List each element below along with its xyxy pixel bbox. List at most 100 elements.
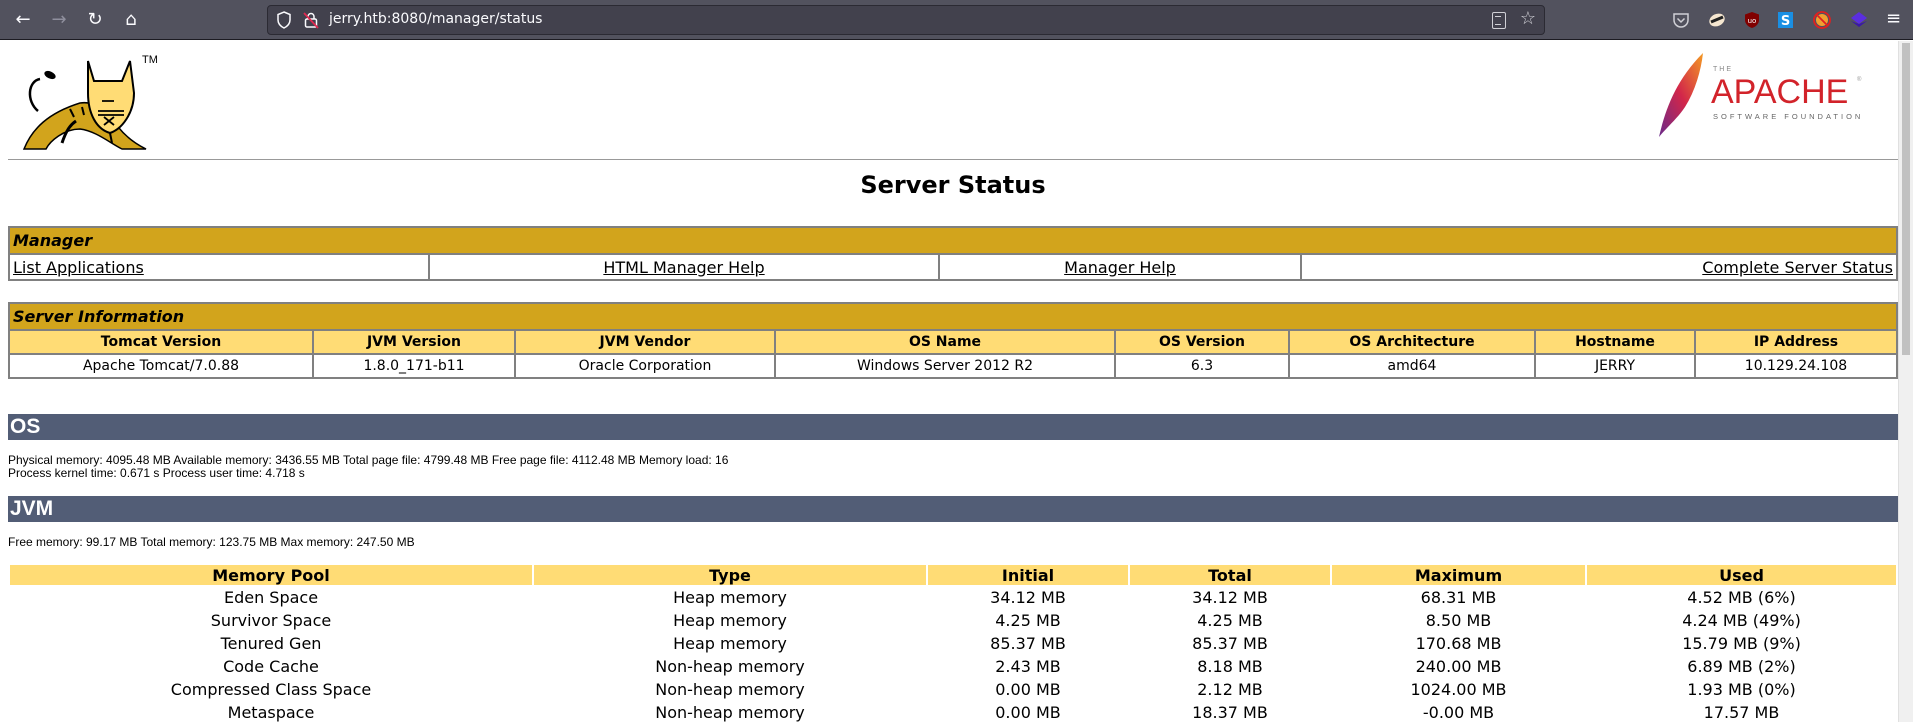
forward-button[interactable]: →	[46, 8, 72, 32]
complete-server-status-link[interactable]: Complete Server Status	[1702, 258, 1893, 277]
column-header: JVM Vendor	[515, 330, 775, 354]
extension-purple-icon[interactable]	[1850, 11, 1868, 29]
memory-pool-row: Survivor Space Heap memory 4.25 MB 4.25 MB 8…	[10, 610, 1896, 631]
scrollbar-thumb[interactable]	[1902, 43, 1910, 355]
column-header: OS Architecture	[1289, 330, 1535, 354]
initial-value: 85.37 MB	[990, 634, 1066, 653]
used-value: 1.93 MB (0%)	[1687, 680, 1796, 699]
column-header: Used	[1587, 565, 1896, 585]
jvm-vendor-value: Oracle Corporation	[515, 354, 775, 378]
apache-reg-label: ®	[1857, 76, 1862, 83]
list-applications-link[interactable]: List Applications	[13, 258, 144, 277]
hostname-value: JERRY	[1535, 354, 1695, 378]
initial-value: 2.43 MB	[995, 657, 1061, 676]
apache-sub-label: SOFTWARE FOUNDATION	[1713, 112, 1863, 121]
column-header: Type	[534, 565, 926, 585]
server-info-title: Server Information	[9, 303, 1897, 330]
initial-value: 0.00 MB	[995, 680, 1061, 699]
reader-view-icon[interactable]	[1492, 12, 1506, 29]
maximum-value: 170.68 MB	[1415, 634, 1502, 653]
column-header: Total	[1130, 565, 1330, 585]
total-value: 4.25 MB	[1197, 611, 1263, 630]
address-bar[interactable]: jerry.htb:8080/manager/status ☆	[267, 5, 1545, 35]
os-architecture-value: amd64	[1289, 354, 1535, 378]
header-divider	[8, 159, 1898, 160]
memory-pool-row: Eden Space Heap memory 34.12 MB 34.12 MB 68.…	[10, 587, 1896, 608]
shield-icon[interactable]	[276, 11, 292, 29]
memory-pool-name: Tenured Gen	[220, 634, 322, 653]
column-header: JVM Version	[313, 330, 515, 354]
maximum-value: 240.00 MB	[1415, 657, 1502, 676]
memory-type: Non-heap memory	[655, 657, 805, 676]
column-header: Hostname	[1535, 330, 1695, 354]
manager-link-cell: Complete Server Status	[1301, 254, 1897, 280]
memory-type: Non-heap memory	[655, 703, 805, 722]
pocket-icon[interactable]	[1672, 11, 1690, 29]
used-value: 4.24 MB (49%)	[1682, 611, 1801, 630]
home-icon: ⌂	[125, 9, 137, 30]
html-manager-help-link[interactable]: HTML Manager Help	[603, 258, 764, 277]
bookmark-star-icon[interactable]: ☆	[1520, 8, 1536, 29]
column-header: OS Name	[775, 330, 1115, 354]
initial-value: 4.25 MB	[995, 611, 1061, 630]
column-header: OS Version	[1115, 330, 1289, 354]
os-version-value: 6.3	[1115, 354, 1289, 378]
memory-pool-name: Code Cache	[223, 657, 319, 676]
apache-logo: THE APACHE ® SOFTWARE FOUNDATION	[1659, 53, 1863, 137]
manager-title: Manager	[9, 227, 1897, 254]
memory-type: Heap memory	[673, 588, 787, 607]
trademark-label: TM	[142, 54, 158, 66]
manager-help-link[interactable]: Manager Help	[1064, 258, 1176, 277]
back-button[interactable]: ←	[10, 8, 36, 32]
maximum-value: -0.00 MB	[1422, 703, 1495, 722]
used-value: 17.57 MB	[1703, 703, 1780, 722]
manager-link-cell: HTML Manager Help	[429, 254, 939, 280]
memory-pool-row: Compressed Class Space Non-heap memory 0.0…	[10, 679, 1896, 700]
manager-table: Manager List Applications HTML Manager H…	[8, 226, 1898, 281]
used-value: 4.52 MB (6%)	[1687, 588, 1796, 607]
jvm-memory-info: Free memory: 99.17 MB Total memory: 123.…	[8, 535, 415, 549]
url-text[interactable]: jerry.htb:8080/manager/status	[329, 11, 542, 27]
tomcat-version-value: Apache Tomcat/7.0.88	[9, 354, 313, 378]
insecure-lock-icon[interactable]	[303, 11, 319, 29]
reload-icon: ↻	[87, 9, 103, 30]
extension-blocked-icon[interactable]	[1813, 11, 1831, 29]
manager-link-cell: Manager Help	[939, 254, 1301, 280]
os-section-heading: OS	[8, 414, 1898, 440]
memory-pool-name: Metaspace	[227, 703, 315, 722]
apache-name-label: APACHE	[1711, 73, 1848, 111]
column-header: Tomcat Version	[9, 330, 313, 354]
memory-pool-name: Eden Space	[223, 588, 319, 607]
menu-icon[interactable]: ≡	[1886, 8, 1901, 29]
extension-badger-icon[interactable]	[1708, 11, 1726, 29]
maximum-value: 1024.00 MB	[1410, 680, 1507, 699]
total-value: 8.18 MB	[1197, 657, 1263, 676]
jvm-version-value: 1.8.0_171-b11	[313, 354, 515, 378]
jvm-section-heading: JVM	[8, 496, 1898, 522]
page-content: TM THE APACHE ® SOFTWARE FOUNDATION Serv…	[0, 41, 1898, 722]
column-header: Maximum	[1332, 565, 1585, 585]
memory-pool-name: Compressed Class Space	[170, 680, 372, 699]
reload-button[interactable]: ↻	[82, 8, 108, 32]
os-name-value: Windows Server 2012 R2	[775, 354, 1115, 378]
memory-pool-row: Metaspace Non-heap memory 0.00 MB 18.37 MB -…	[10, 702, 1896, 723]
os-process-info: Process kernel time: 0.671 s Process use…	[8, 466, 305, 480]
total-value: 85.37 MB	[1192, 634, 1268, 653]
ip-address-value: 10.129.24.108	[1695, 354, 1897, 378]
tomcat-logo: TM	[22, 54, 158, 150]
server-info-table: Server Information Tomcat Version JVM Ve…	[8, 302, 1898, 379]
vertical-scrollbar[interactable]	[1898, 41, 1913, 722]
arrow-right-icon: →	[51, 9, 67, 30]
memory-type: Non-heap memory	[655, 680, 805, 699]
memory-type: Heap memory	[673, 611, 787, 630]
ublock-origin-icon[interactable]: uo	[1743, 11, 1761, 29]
server-info-header-row: Tomcat Version JVM Version JVM Vendor OS…	[9, 330, 1897, 354]
arrow-left-icon: ←	[15, 9, 31, 30]
browser-toolbar: ← → ↻ ⌂ jerry.htb:8080/manager/status ☆ …	[0, 0, 1913, 40]
total-value: 18.37 MB	[1192, 703, 1268, 722]
maximum-value: 68.31 MB	[1420, 588, 1497, 607]
home-button[interactable]: ⌂	[118, 8, 144, 32]
extension-s-icon[interactable]: S	[1777, 11, 1795, 29]
total-value: 34.12 MB	[1192, 588, 1268, 607]
memory-pool-row: Tenured Gen Heap memory 85.37 MB 85.37 MB 17…	[10, 633, 1896, 654]
